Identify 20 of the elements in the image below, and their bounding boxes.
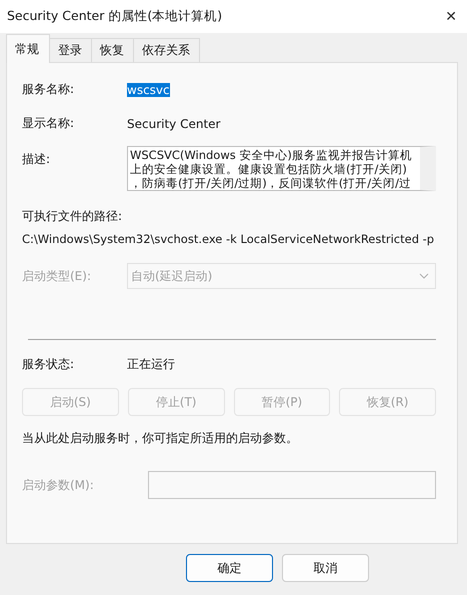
- display-name-value: Security Center: [127, 116, 222, 130]
- window-title: Security Center 的属性(本地计算机): [7, 8, 222, 25]
- close-button[interactable]: ✕: [445, 8, 457, 24]
- ok-button[interactable]: 确定: [186, 554, 273, 582]
- tab[interactable]: 依存关系: [133, 38, 200, 62]
- description-box[interactable]: WSCSVC(Windows 安全中心)服务监视并报告计算机 上的安全健康设置。健康设置包括防火墙(打开/关闭) ，防病毒(打开/关闭/过期)，反间谍软件(打开/关闭/过: [127, 146, 436, 191]
- tab[interactable]: 常规: [6, 34, 50, 63]
- chevron-down-icon: [419, 273, 429, 279]
- field-label: 显示名称:: [22, 115, 76, 132]
- cancel-button[interactable]: 取消: [282, 554, 369, 582]
- service-name-value: wscsvc: [127, 82, 170, 96]
- path-value: C:\Windows\System32\svchost.exe -k LocalServiceNetworkRestricted -p: [22, 232, 436, 246]
- field-label: 服务状态:: [22, 356, 76, 373]
- status-value: 正在运行: [127, 356, 176, 373]
- field-label: 描述:: [22, 151, 52, 168]
- field-label: 服务名称:: [22, 81, 76, 98]
- field-label: 启动参数(M):: [22, 476, 95, 494]
- field-label: 启动类型(E):: [22, 268, 92, 284]
- field-label: 可执行文件的路径:: [22, 208, 124, 225]
- hint-text: 当从此处启动服务时，你可指定所适用的启动参数。: [22, 430, 299, 447]
